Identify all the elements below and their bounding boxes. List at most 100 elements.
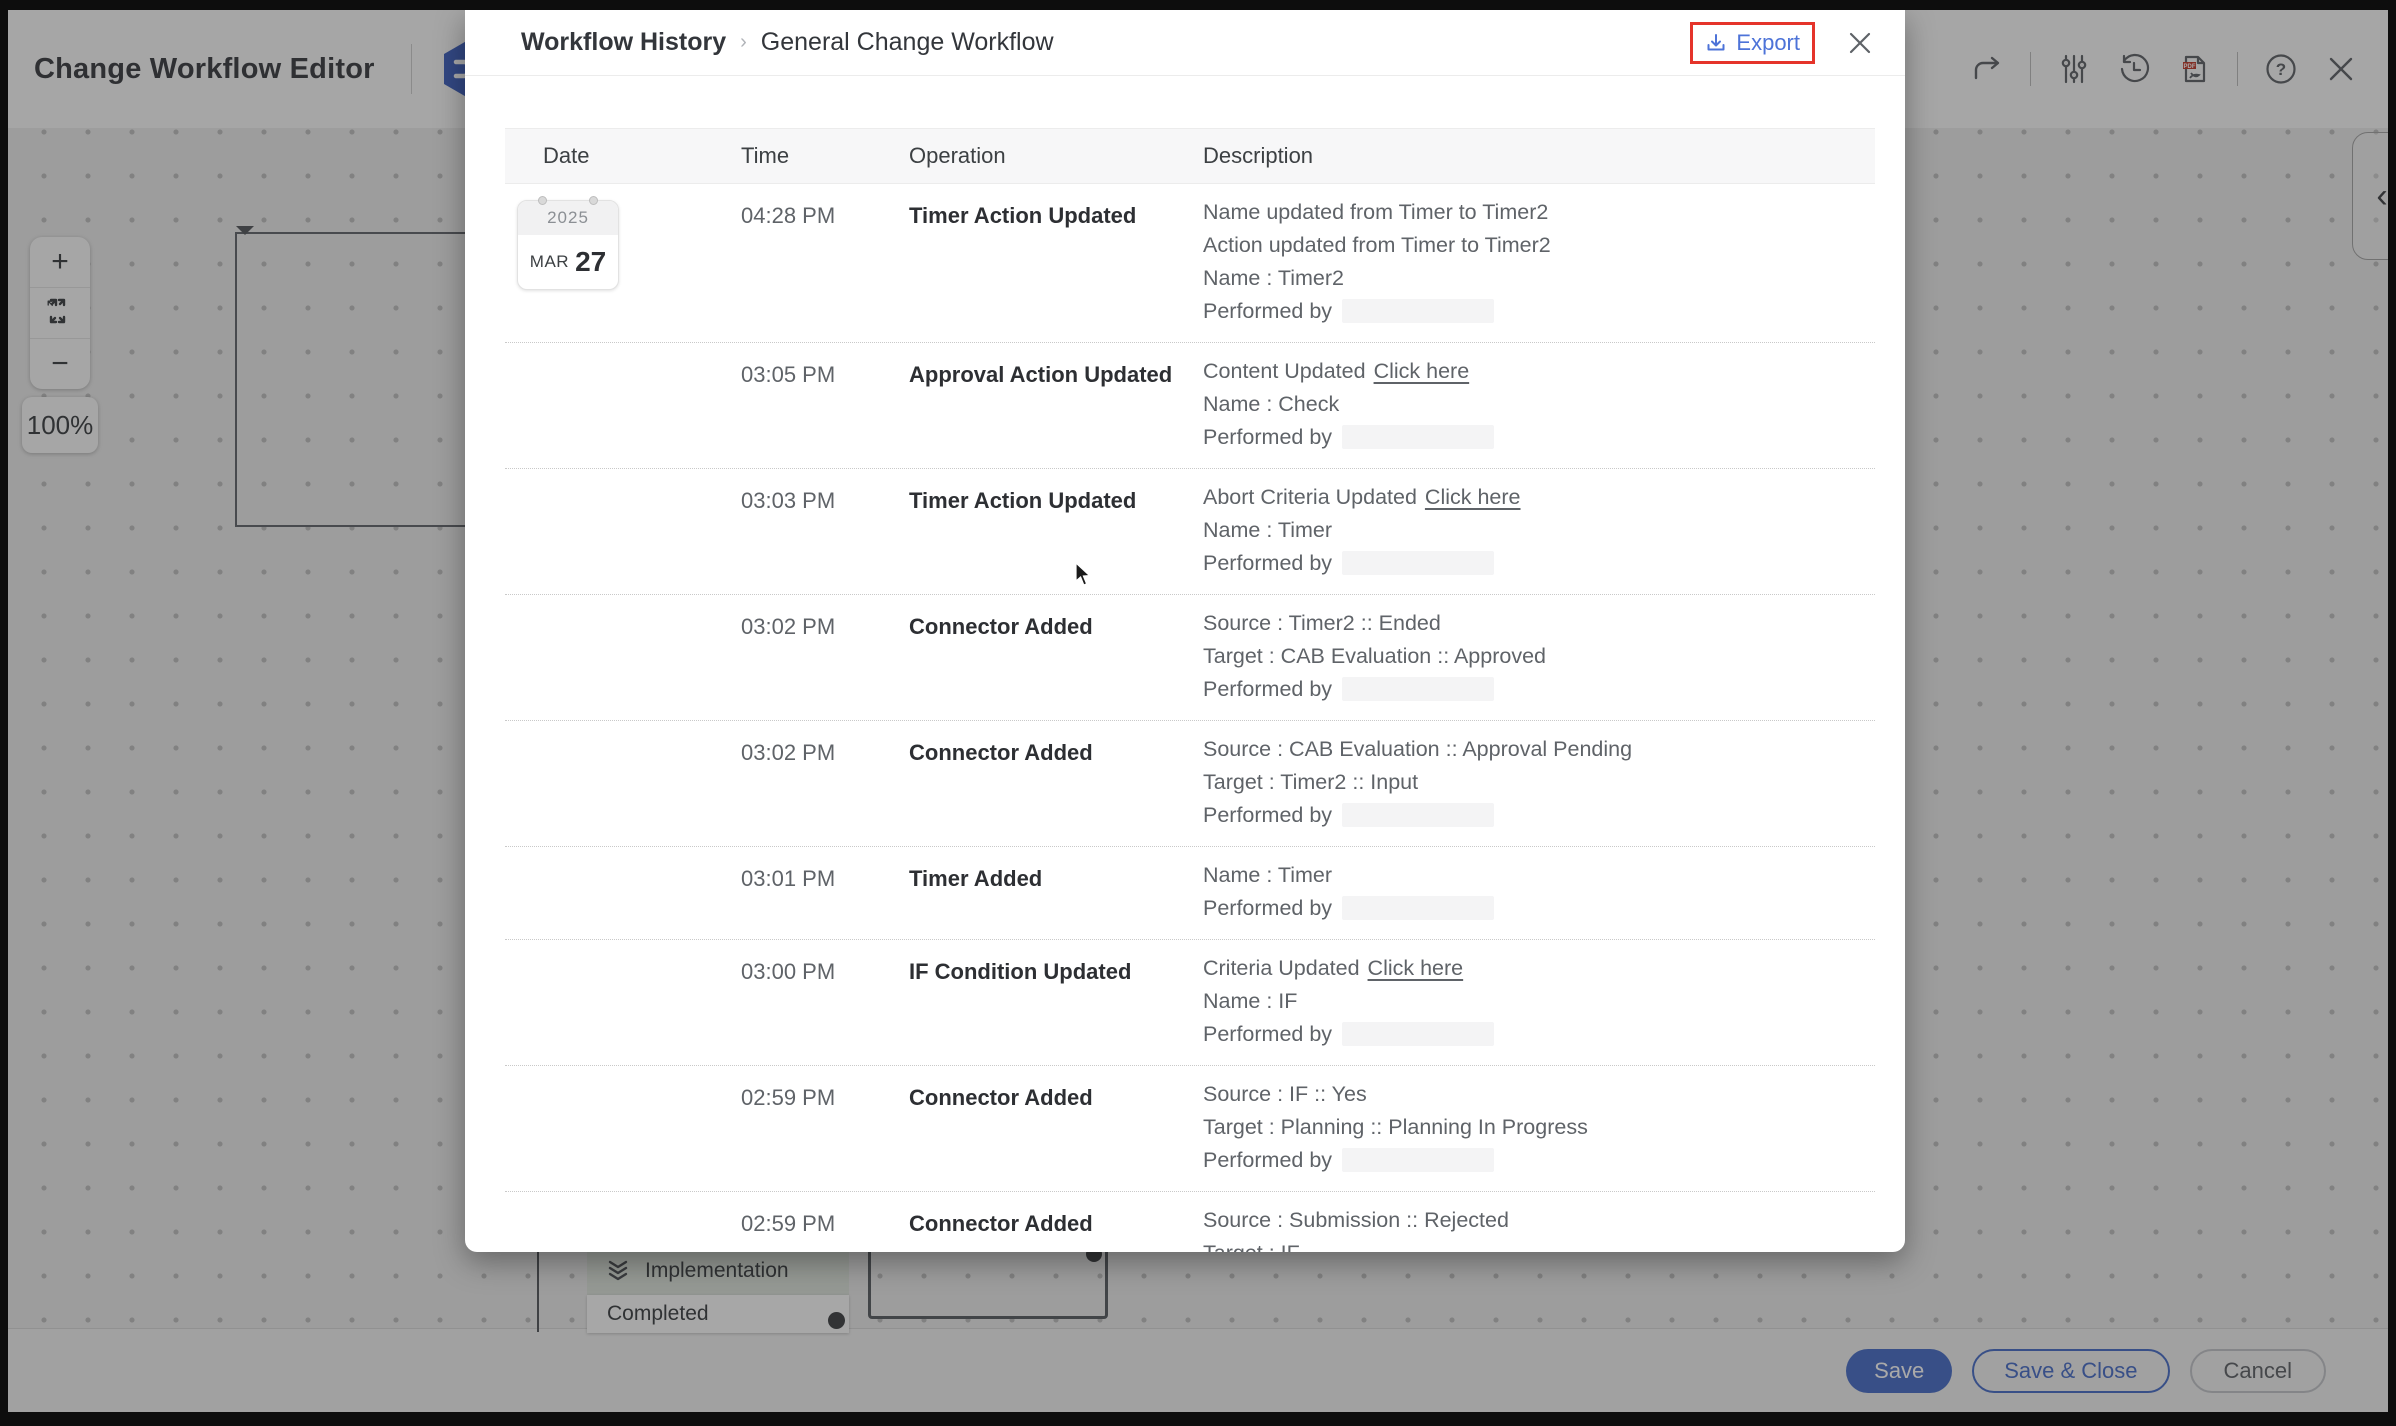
description-line: Name : Check xyxy=(1203,388,1875,421)
description-cell: Name : TimerPerformed by xyxy=(1203,859,1875,925)
calendar-ring xyxy=(589,196,598,205)
date-cell xyxy=(505,859,741,925)
export-button[interactable]: Export xyxy=(1690,22,1815,64)
column-header-date: Date xyxy=(505,143,741,169)
table-header-row: Date Time Operation Description xyxy=(505,128,1875,184)
app-frame: Change Workflow Editor xyxy=(8,10,2388,1412)
description-cell: Abort Criteria UpdatedClick hereName : T… xyxy=(1203,481,1875,580)
redacted-user-name xyxy=(1342,1148,1494,1172)
operation-cell: Connector Added xyxy=(909,607,1203,706)
history-row: 03:01 PMTimer AddedName : TimerPerformed… xyxy=(505,846,1875,939)
description-line: Name : Timer2 xyxy=(1203,262,1875,295)
calendar-ring xyxy=(538,196,547,205)
history-row: 03:00 PMIF Condition UpdatedCriteria Upd… xyxy=(505,939,1875,1065)
date-cell xyxy=(505,1078,741,1177)
time-cell: 03:02 PM xyxy=(741,607,909,706)
description-line: Performed by xyxy=(1203,547,1875,580)
column-header-operation: Operation xyxy=(909,143,1203,169)
description-line: Name : Timer xyxy=(1203,514,1875,547)
description-line: Name updated from Timer to Timer2 xyxy=(1203,196,1875,229)
modal-title: Workflow History xyxy=(521,28,726,57)
modal-subtitle: General Change Workflow xyxy=(761,28,1054,57)
time-cell: 04:28 PM xyxy=(741,196,909,328)
operation-cell: Connector Added xyxy=(909,1204,1203,1252)
mouse-cursor xyxy=(1074,562,1096,588)
operation-cell: Timer Action Updated xyxy=(909,196,1203,328)
export-button-label: Export xyxy=(1736,30,1800,56)
description-line: Abort Criteria UpdatedClick here xyxy=(1203,481,1875,514)
redacted-user-name xyxy=(1342,896,1494,920)
history-row: 03:02 PMConnector AddedSource : Timer2 :… xyxy=(505,594,1875,720)
redacted-user-name xyxy=(1342,1022,1494,1046)
operation-cell: Connector Added xyxy=(909,1078,1203,1177)
date-cell xyxy=(505,733,741,832)
description-cell: Content UpdatedClick hereName : CheckPer… xyxy=(1203,355,1875,454)
workflow-history-modal: Workflow History › General Change Workfl… xyxy=(465,10,1905,1252)
column-header-description: Description xyxy=(1203,143,1875,169)
redacted-user-name xyxy=(1342,677,1494,701)
date-card-day: 27 xyxy=(575,246,606,278)
operation-cell: Timer Added xyxy=(909,859,1203,925)
date-cell: 2025MAR27 xyxy=(505,196,741,328)
click-here-link[interactable]: Click here xyxy=(1368,956,1464,980)
redacted-user-name xyxy=(1342,803,1494,827)
description-cell: Criteria UpdatedClick hereName : IFPerfo… xyxy=(1203,952,1875,1051)
description-line: Performed by xyxy=(1203,1018,1875,1051)
time-cell: 02:59 PM xyxy=(741,1078,909,1177)
description-line: Target : CAB Evaluation :: Approved xyxy=(1203,640,1875,673)
breadcrumb-separator: › xyxy=(740,31,747,54)
history-row: 03:03 PMTimer Action UpdatedAbort Criter… xyxy=(505,468,1875,594)
description-line: Name : IF xyxy=(1203,985,1875,1018)
description-line: Performed by xyxy=(1203,799,1875,832)
click-here-link[interactable]: Click here xyxy=(1425,485,1521,509)
redacted-user-name xyxy=(1342,425,1494,449)
modal-close-icon[interactable] xyxy=(1845,28,1875,58)
download-icon xyxy=(1705,32,1727,54)
description-line: Target : IF xyxy=(1203,1237,1875,1252)
redacted-user-name xyxy=(1342,299,1494,323)
history-table: Date Time Operation Description 2025MAR2… xyxy=(465,76,1905,1252)
history-row: 03:02 PMConnector AddedSource : CAB Eval… xyxy=(505,720,1875,846)
description-line: Source : IF :: Yes xyxy=(1203,1078,1875,1111)
description-line: Name : Timer xyxy=(1203,859,1875,892)
description-line: Performed by xyxy=(1203,295,1875,328)
date-card-month: MAR xyxy=(530,252,569,272)
description-cell: Source : Submission :: RejectedTarget : … xyxy=(1203,1204,1875,1252)
date-card: 2025MAR27 xyxy=(517,200,619,290)
redacted-user-name xyxy=(1342,551,1494,575)
description-cell: Source : IF :: YesTarget : Planning :: P… xyxy=(1203,1078,1875,1177)
description-line: Action updated from Timer to Timer2 xyxy=(1203,229,1875,262)
description-line: Performed by xyxy=(1203,673,1875,706)
operation-cell: Approval Action Updated xyxy=(909,355,1203,454)
time-cell: 03:03 PM xyxy=(741,481,909,580)
time-cell: 03:02 PM xyxy=(741,733,909,832)
history-row: 02:59 PMConnector AddedSource : Submissi… xyxy=(505,1191,1875,1252)
date-cell xyxy=(505,607,741,706)
description-cell: Source : CAB Evaluation :: Approval Pend… xyxy=(1203,733,1875,832)
description-line: Performed by xyxy=(1203,1144,1875,1177)
description-line: Target : Timer2 :: Input xyxy=(1203,766,1875,799)
description-line: Source : Submission :: Rejected xyxy=(1203,1204,1875,1237)
description-cell: Source : Timer2 :: EndedTarget : CAB Eva… xyxy=(1203,607,1875,706)
time-cell: 03:01 PM xyxy=(741,859,909,925)
date-cell xyxy=(505,952,741,1051)
time-cell: 02:59 PM xyxy=(741,1204,909,1252)
description-cell: Name updated from Timer to Timer2Action … xyxy=(1203,196,1875,328)
screenshot-stage: Change Workflow Editor xyxy=(0,0,2396,1426)
history-row: 2025MAR2704:28 PMTimer Action UpdatedNam… xyxy=(505,184,1875,342)
history-row: 03:05 PMApproval Action UpdatedContent U… xyxy=(505,342,1875,468)
description-line: Source : CAB Evaluation :: Approval Pend… xyxy=(1203,733,1875,766)
history-row: 02:59 PMConnector AddedSource : IF :: Ye… xyxy=(505,1065,1875,1191)
time-cell: 03:05 PM xyxy=(741,355,909,454)
description-line: Target : Planning :: Planning In Progres… xyxy=(1203,1111,1875,1144)
operation-cell: Connector Added xyxy=(909,733,1203,832)
operation-cell: Timer Action Updated xyxy=(909,481,1203,580)
click-here-link[interactable]: Click here xyxy=(1374,359,1470,383)
description-line: Source : Timer2 :: Ended xyxy=(1203,607,1875,640)
time-cell: 03:00 PM xyxy=(741,952,909,1051)
description-line: Criteria UpdatedClick here xyxy=(1203,952,1875,985)
modal-header: Workflow History › General Change Workfl… xyxy=(465,10,1905,76)
date-cell xyxy=(505,355,741,454)
table-body: 2025MAR2704:28 PMTimer Action UpdatedNam… xyxy=(505,184,1875,1252)
description-line: Performed by xyxy=(1203,892,1875,925)
